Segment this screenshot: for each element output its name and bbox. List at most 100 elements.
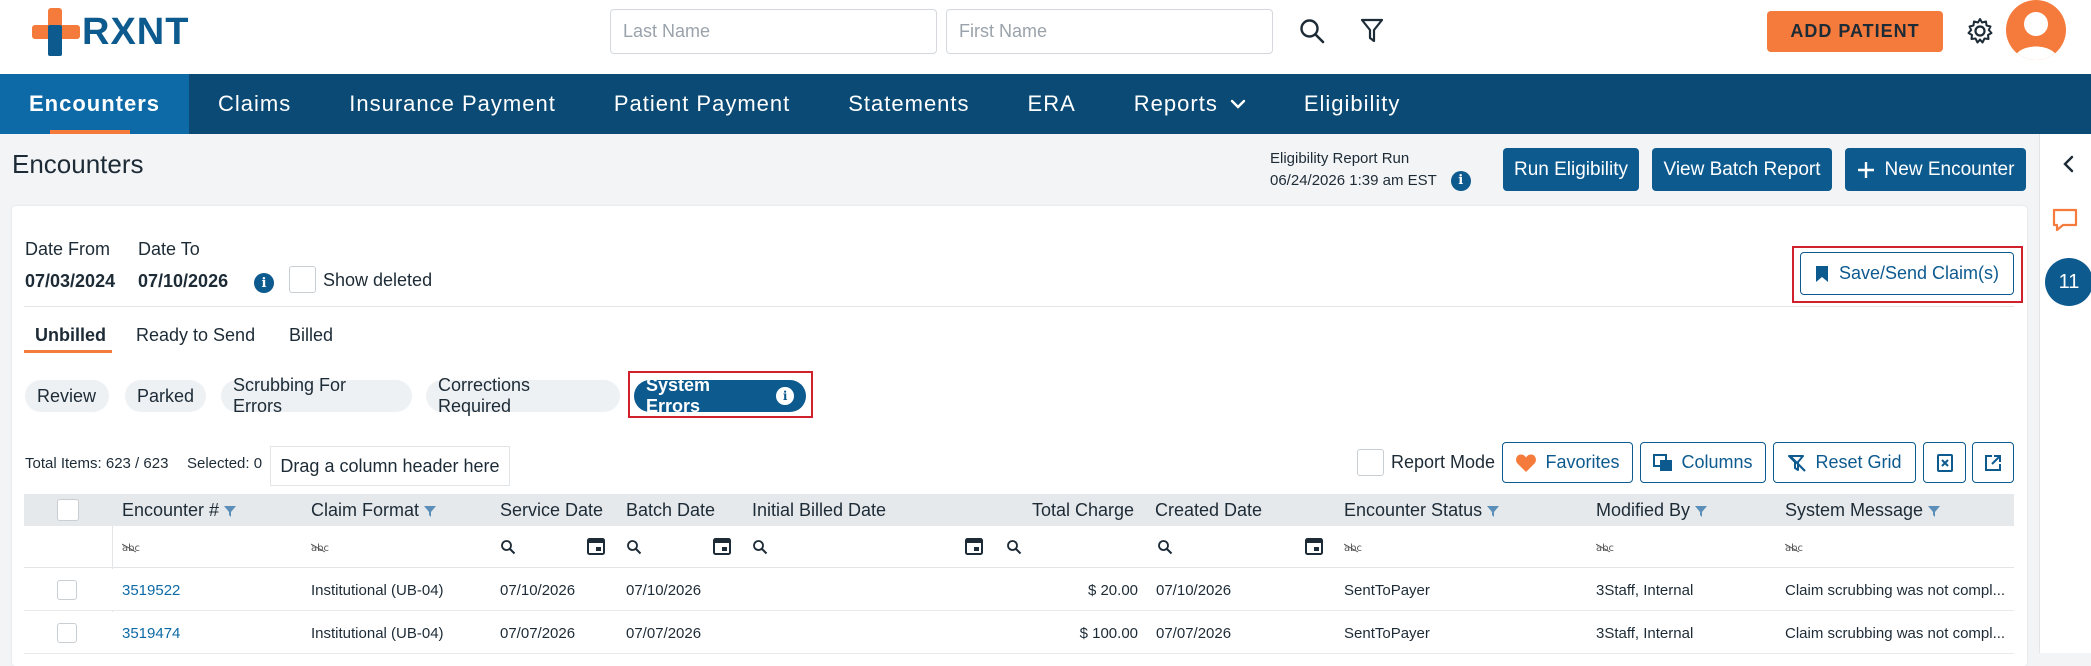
eligibility-run-time: 06/24/2026 1:39 am EST <box>1270 172 1437 189</box>
search-filter-icon[interactable] <box>752 539 768 555</box>
collapse-chevron-left-icon[interactable] <box>2058 152 2078 176</box>
tab-unbilled[interactable]: Unbilled <box>35 325 106 346</box>
search-filter-icon[interactable] <box>1006 539 1022 555</box>
col-claim-format[interactable]: Claim Format <box>311 500 437 521</box>
main-nav: Encounters Claims Insurance Payment Pati… <box>0 74 2091 134</box>
report-mode-checkbox[interactable] <box>1357 449 1384 476</box>
pill-system-errors[interactable]: System Errors i <box>634 375 806 416</box>
eligibility-run-label: Eligibility Report Run <box>1270 150 1410 167</box>
columns-button[interactable]: Columns <box>1640 442 1766 483</box>
text-filter-icon[interactable]: abc <box>311 540 329 554</box>
col-total-charge[interactable]: Total Charge <box>1032 500 1134 521</box>
select-all-checkbox[interactable] <box>57 499 79 521</box>
export-share-button[interactable] <box>1972 442 2014 483</box>
col-service-date[interactable]: Service Date <box>500 500 603 521</box>
column-label: System Message <box>1785 500 1924 520</box>
pill-scrubbing-for-errors[interactable]: Scrubbing For Errors <box>221 375 412 416</box>
total-charge-cell: $ 20.00 <box>1087 582 1138 599</box>
text-filter-icon[interactable]: abc <box>122 540 140 554</box>
view-batch-report-button[interactable]: View Batch Report <box>1652 148 1832 191</box>
first-name-input[interactable] <box>946 9 1273 54</box>
date-to-value[interactable]: 07/10/2026 <box>138 271 228 292</box>
tab-ready-to-send[interactable]: Ready to Send <box>136 325 255 346</box>
text-filter-icon[interactable]: abc <box>1344 540 1362 554</box>
col-initial-billed-date[interactable]: Initial Billed Date <box>752 500 886 521</box>
column-filter-icon[interactable] <box>223 504 237 518</box>
text-filter-icon[interactable]: abc <box>1785 540 1803 554</box>
claim-format-cell: Institutional (UB-04) <box>311 625 444 642</box>
info-icon[interactable]: i <box>1450 171 1471 191</box>
logo-text: RXNT <box>82 10 190 53</box>
group-drop-zone[interactable]: Drag a column header here <box>270 446 510 486</box>
col-modified-by[interactable]: Modified By <box>1596 500 1708 521</box>
search-filter-icon[interactable] <box>626 539 642 555</box>
export-excel-button[interactable] <box>1923 442 1966 483</box>
column-filter-icon[interactable] <box>1694 504 1708 518</box>
add-patient-button[interactable]: ADD PATIENT <box>1767 11 1943 52</box>
nav-statements[interactable]: Statements <box>819 74 998 134</box>
nav-era[interactable]: ERA <box>999 74 1105 134</box>
user-avatar[interactable] <box>2006 0 2066 60</box>
encounter-number-link[interactable]: 3519522 <box>122 582 180 599</box>
col-encounter-number[interactable]: Encounter # <box>122 500 237 521</box>
nav-patient-payment[interactable]: Patient Payment <box>585 74 819 134</box>
pill-corrections-required[interactable]: Corrections Required <box>426 375 620 416</box>
column-filter-icon[interactable] <box>1927 504 1941 518</box>
column-filter-icon[interactable] <box>1486 504 1500 518</box>
system-errors-info-icon[interactable]: i <box>776 387 794 405</box>
nav-reports[interactable]: Reports <box>1105 74 1275 134</box>
nav-claims[interactable]: Claims <box>189 74 320 134</box>
calendar-icon[interactable] <box>712 536 732 556</box>
search-filter-icon[interactable] <box>1157 539 1173 555</box>
column-filter-icon[interactable] <box>423 504 437 518</box>
reset-grid-button[interactable]: Reset Grid <box>1773 442 1916 483</box>
pill-review[interactable]: Review <box>25 380 109 412</box>
save-send-claims-button[interactable]: Save/Send Claim(s) <box>1800 252 2014 295</box>
col-system-message[interactable]: System Message <box>1785 500 1941 521</box>
tab-billed[interactable]: Billed <box>289 325 333 346</box>
text-filter-icon[interactable]: abc <box>1596 540 1614 554</box>
col-encounter-status[interactable]: Encounter Status <box>1344 500 1500 521</box>
row-checkbox[interactable] <box>57 580 77 600</box>
run-eligibility-button[interactable]: Run Eligibility <box>1503 148 1639 191</box>
show-deleted-checkbox[interactable] <box>289 266 316 293</box>
date-to-label: Date To <box>138 239 200 259</box>
col-batch-date[interactable]: Batch Date <box>626 500 715 521</box>
search-icon[interactable] <box>1298 15 1326 47</box>
date-from-label: Date From <box>25 239 111 259</box>
row-checkbox[interactable] <box>57 623 77 643</box>
date-info-icon[interactable]: i <box>254 273 274 293</box>
nav-eligibility[interactable]: Eligibility <box>1275 74 1430 134</box>
filter-icon[interactable] <box>1358 15 1386 47</box>
pill-parked[interactable]: Parked <box>125 380 206 412</box>
chat-bubble-icon[interactable] <box>2050 205 2080 235</box>
rxnt-logo[interactable]: RXNT <box>32 8 189 56</box>
share-export-icon <box>1985 454 2001 471</box>
last-name-input[interactable] <box>610 9 937 54</box>
claim-format-cell: Institutional (UB-04) <box>311 582 444 599</box>
notification-count-badge[interactable]: 11 <box>2045 258 2091 306</box>
search-filter-icon[interactable] <box>500 539 516 555</box>
date-from-value[interactable]: 07/03/2024 <box>25 271 115 292</box>
modified-by-cell: 3Staff, Internal <box>1596 582 1694 599</box>
new-encounter-button[interactable]: New Encounter <box>1845 148 2026 191</box>
calendar-icon[interactable] <box>586 536 606 556</box>
columns-icon <box>1653 453 1673 471</box>
favorites-label: Favorites <box>1545 452 1620 472</box>
total-items-count: Total Items: 623 / 623 <box>25 455 169 472</box>
nav-insurance-payment[interactable]: Insurance Payment <box>320 74 585 134</box>
encounter-number-link[interactable]: 3519474 <box>122 625 180 642</box>
col-created-date[interactable]: Created Date <box>1155 500 1262 521</box>
calendar-icon[interactable] <box>964 536 984 556</box>
favorites-button[interactable]: Favorites <box>1502 442 1633 483</box>
settings-gear-icon[interactable] <box>1965 16 1995 46</box>
columns-label: Columns <box>1681 452 1753 472</box>
calendar-icon[interactable] <box>1304 536 1324 556</box>
column-label: Encounter # <box>122 500 220 520</box>
created-date-cell: 07/10/2026 <box>1156 582 1232 599</box>
nav-encounters[interactable]: Encounters <box>0 74 190 134</box>
svg-text:abc: abc <box>311 543 329 554</box>
pill-label: Review <box>37 385 97 406</box>
active-tab-underline <box>24 350 112 353</box>
system-message-cell: Claim scrubbing was not compl... <box>1785 625 2006 642</box>
